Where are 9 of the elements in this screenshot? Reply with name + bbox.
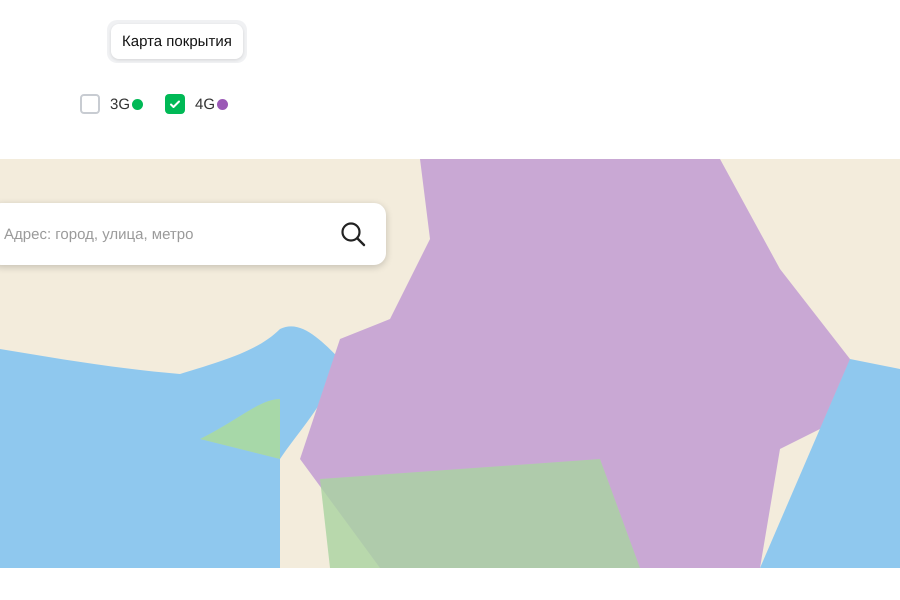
map-tab[interactable]: Карта покрытия bbox=[111, 24, 243, 59]
check-icon bbox=[169, 98, 182, 110]
search-bar[interactable]: Адрес: город, улица, метро bbox=[0, 203, 386, 265]
search-field[interactable]: Адрес: город, улица, метро bbox=[2, 224, 340, 244]
checkbox[interactable] bbox=[80, 94, 100, 114]
search-icon[interactable] bbox=[340, 221, 366, 247]
network-label: 3G bbox=[110, 96, 130, 112]
checkbox[interactable] bbox=[165, 94, 186, 114]
network-label: 4G bbox=[195, 96, 216, 112]
